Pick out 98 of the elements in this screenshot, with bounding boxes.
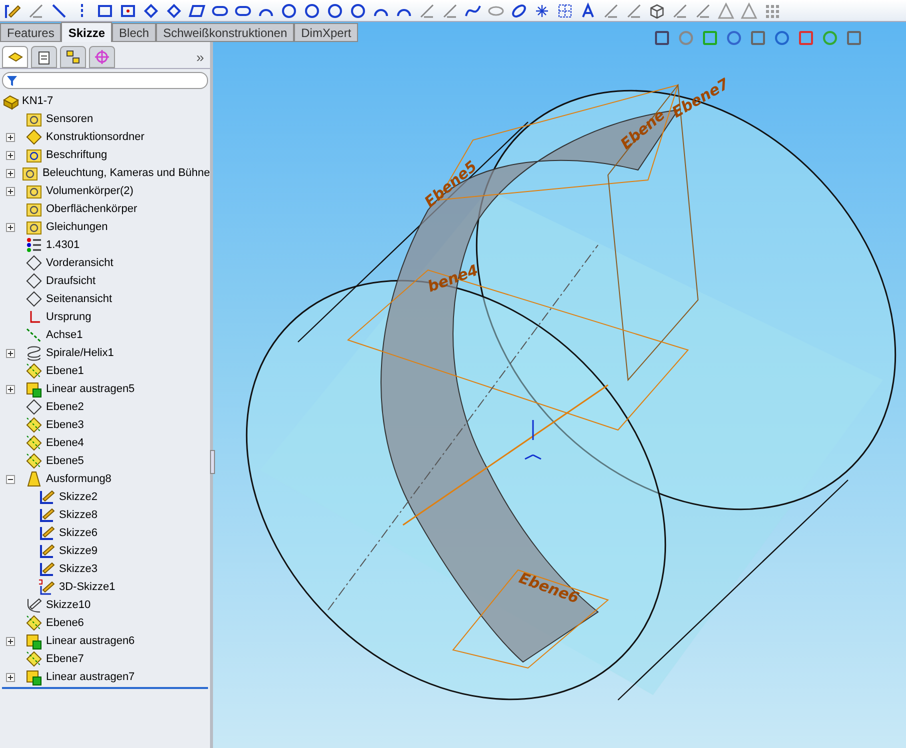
tree-item[interactable]: Ebene3: [46, 416, 84, 434]
expand-toggle[interactable]: [6, 474, 15, 484]
tree-item[interactable]: Skizze10: [46, 596, 91, 614]
tree-item[interactable]: Spirale/Helix1: [46, 344, 114, 362]
plane-icon: [25, 290, 43, 308]
toolbar-tool-icon[interactable]: [27, 2, 45, 20]
toolbar-tool-icon[interactable]: [280, 2, 298, 20]
tree-item[interactable]: Skizze9: [59, 542, 98, 560]
expand-toggle[interactable]: [6, 132, 15, 142]
config-icon: [65, 49, 81, 65]
expand-toggle[interactable]: [6, 222, 15, 232]
tree-item[interactable]: Achse1: [46, 326, 83, 344]
command-tab[interactable]: Blech: [112, 23, 156, 42]
tree-item[interactable]: Ebene7: [46, 650, 84, 668]
view-tool-icon[interactable]: [774, 30, 790, 46]
expand-toggle[interactable]: [6, 384, 15, 394]
command-tab[interactable]: Features: [0, 23, 62, 42]
tree-item[interactable]: Skizze6: [59, 524, 98, 542]
expand-panel-chevron[interactable]: »: [196, 46, 204, 68]
toolbar-tool-icon[interactable]: [50, 2, 68, 20]
sketch3d-icon: [38, 578, 56, 596]
tree-item[interactable]: Ebene4: [46, 434, 84, 452]
toolbar-tool-icon[interactable]: [142, 2, 160, 20]
tree-item[interactable]: Ebene6: [46, 614, 84, 632]
plane-icon: [25, 254, 43, 272]
tree-item[interactable]: Ebene1: [46, 362, 84, 380]
view-tool-icon[interactable]: [750, 30, 766, 46]
sketchoff-icon: [25, 596, 43, 614]
tree-item[interactable]: 1.4301: [46, 236, 80, 254]
tree-item[interactable]: Seitenansicht: [46, 290, 112, 308]
sketch-icon: [38, 506, 56, 524]
extrude-icon: [25, 668, 43, 686]
panel-tab[interactable]: [31, 46, 57, 68]
tree-item[interactable]: Beleuchtung, Kameras und Bühne: [42, 164, 210, 182]
tree-item[interactable]: Linear austragen5: [46, 380, 135, 398]
toolbar-tool-icon[interactable]: [510, 2, 528, 20]
tree-item[interactable]: Skizze3: [59, 560, 98, 578]
tree-item[interactable]: KN1-7: [22, 92, 54, 110]
view-tool-icon[interactable]: [846, 30, 862, 46]
tree-item[interactable]: Beschriftung: [46, 146, 108, 164]
tree-item[interactable]: Skizze2: [59, 488, 98, 506]
expand-toggle[interactable]: [6, 168, 15, 178]
sketch-icon: [38, 542, 56, 560]
tree-item[interactable]: Linear austragen7: [46, 668, 135, 686]
tree-item[interactable]: Ebene5: [46, 452, 84, 470]
toolbar-tool-icon[interactable]: [303, 2, 321, 20]
extrude-icon: [25, 380, 43, 398]
sketch-icon: [38, 524, 56, 542]
expand-toggle[interactable]: [6, 672, 15, 682]
tree-item[interactable]: Draufsicht: [46, 272, 96, 290]
toolbar-tool-icon[interactable]: [602, 2, 620, 20]
toolbar-tool-icon[interactable]: [326, 2, 344, 20]
toolbar-tool-icon[interactable]: [625, 2, 643, 20]
plane-icon: [25, 398, 43, 416]
tree-item[interactable]: Ausformung8: [46, 470, 112, 488]
toolbar-tool-icon[interactable]: [694, 2, 712, 20]
tree-item[interactable]: Volumenkörper(2): [46, 182, 134, 200]
expand-toggle[interactable]: [6, 636, 15, 646]
toolbar-tool-icon[interactable]: [671, 2, 689, 20]
material-icon: [25, 236, 43, 254]
expand-toggle[interactable]: [6, 150, 15, 160]
plane-icon: [25, 272, 43, 290]
toolbar-tool-icon[interactable]: [349, 2, 367, 20]
tree-item[interactable]: Sensoren: [46, 110, 94, 128]
command-tab[interactable]: DimXpert: [294, 23, 358, 42]
filter-icon: [7, 76, 17, 86]
toolbar-tool-icon[interactable]: [579, 2, 597, 20]
tree-item[interactable]: Gleichungen: [46, 218, 108, 236]
toolbar-tool-icon[interactable]: [556, 2, 574, 20]
tree-item[interactable]: Linear austragen6: [46, 632, 135, 650]
tree-item[interactable]: Konstruktionsordner: [46, 128, 144, 146]
command-tab[interactable]: Skizze: [61, 22, 112, 42]
tree-item[interactable]: 3D-Skizze1: [59, 578, 116, 596]
toolbar-tool-icon[interactable]: [648, 2, 666, 20]
axis-icon: [25, 326, 43, 344]
panel-splitter-handle[interactable]: [210, 450, 215, 474]
tree-item[interactable]: Ebene2: [46, 398, 84, 416]
toolbar-tool-icon[interactable]: [418, 2, 436, 20]
tree-item[interactable]: Oberflächenkörper: [46, 200, 138, 218]
expand-toggle[interactable]: [6, 348, 15, 358]
command-tab[interactable]: Schweißkonstruktionen: [156, 23, 294, 42]
toolbar-tool-icon[interactable]: [165, 2, 183, 20]
extrude-icon: [25, 632, 43, 650]
panel-tab[interactable]: [2, 46, 28, 68]
tree-item[interactable]: Skizze8: [59, 506, 98, 524]
panel-tab[interactable]: [60, 46, 86, 68]
tree-item[interactable]: Ursprung: [46, 308, 92, 326]
loft-icon: [25, 470, 43, 488]
tree-item[interactable]: Vorderansicht: [46, 254, 114, 272]
sketch-icon: [38, 560, 56, 578]
properties-icon: [36, 49, 52, 65]
helix-icon: [25, 344, 43, 362]
filter-field[interactable]: [2, 72, 208, 89]
expand-toggle[interactable]: [6, 186, 15, 196]
sketch-icon: [38, 488, 56, 506]
target-icon: [94, 49, 110, 65]
toolbar-tool-icon[interactable]: [441, 2, 459, 20]
view-tool-icon[interactable]: [654, 30, 670, 46]
